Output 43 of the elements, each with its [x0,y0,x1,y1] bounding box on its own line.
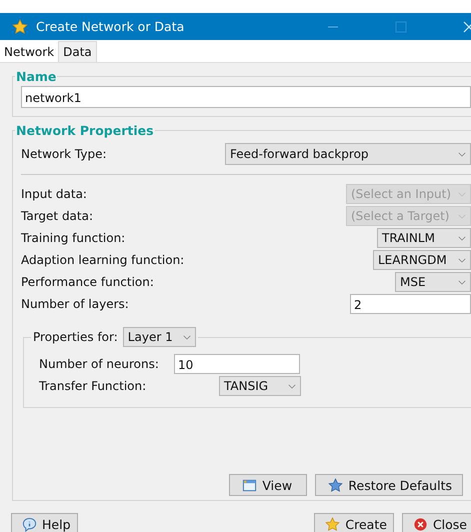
help-icon [22,516,37,532]
chevron-icon [458,152,466,156]
field-label: Transfer Function: [39,379,148,393]
chevron-icon [288,384,296,388]
layer-dropdown[interactable]: Layer 1 [122,327,196,347]
maximize-icon[interactable] [395,20,407,32]
star-icon [12,18,28,34]
chevron-icon [458,258,466,262]
field-label: Properties for: [33,330,118,344]
view-button[interactable]: View [229,474,308,496]
dropdown[interactable]: TANSIG [219,376,301,396]
chevron-icon [458,280,466,284]
star-icon [328,478,344,492]
network-type-dropdown[interactable]: Feed-forward backprop [225,143,471,165]
input-field[interactable]: 2 [350,294,471,314]
dropdown[interactable]: TRAINLM [377,228,471,248]
restore-defaults-button[interactable]: Restore Defaults [315,474,463,496]
field-label: Target data: [21,209,94,223]
field-label: Performance function: [21,275,154,289]
field-label: Adaption learning function: [21,253,184,267]
group-title: Network Properties [15,123,155,138]
close-button[interactable]: Close [402,513,471,532]
tab[interactable]: Data [58,41,97,62]
create-button[interactable]: Create [314,513,394,532]
dropdown[interactable]: MSE [395,272,471,292]
star-icon [325,516,340,532]
field-label: Number of neurons: [39,357,160,371]
close-icon [412,516,428,532]
chevron-icon [182,334,191,340]
dropdown[interactable]: LEARNGDM [373,250,471,270]
input-field[interactable]: 10 [174,354,300,374]
field-label: Training function: [21,231,126,245]
chevron-icon [458,192,466,196]
field-label: Number of layers: [21,297,129,311]
chevron-icon [458,236,466,240]
field-label: Network Type: [21,147,107,161]
chevron-icon [458,214,466,218]
window-icon [242,478,258,492]
name-field[interactable]: network1 [21,86,471,108]
window-title: Create Network or Data [36,19,186,34]
help-button[interactable]: Help [11,513,78,532]
group-title: Name [15,69,58,84]
field-label: Input data: [21,187,87,201]
